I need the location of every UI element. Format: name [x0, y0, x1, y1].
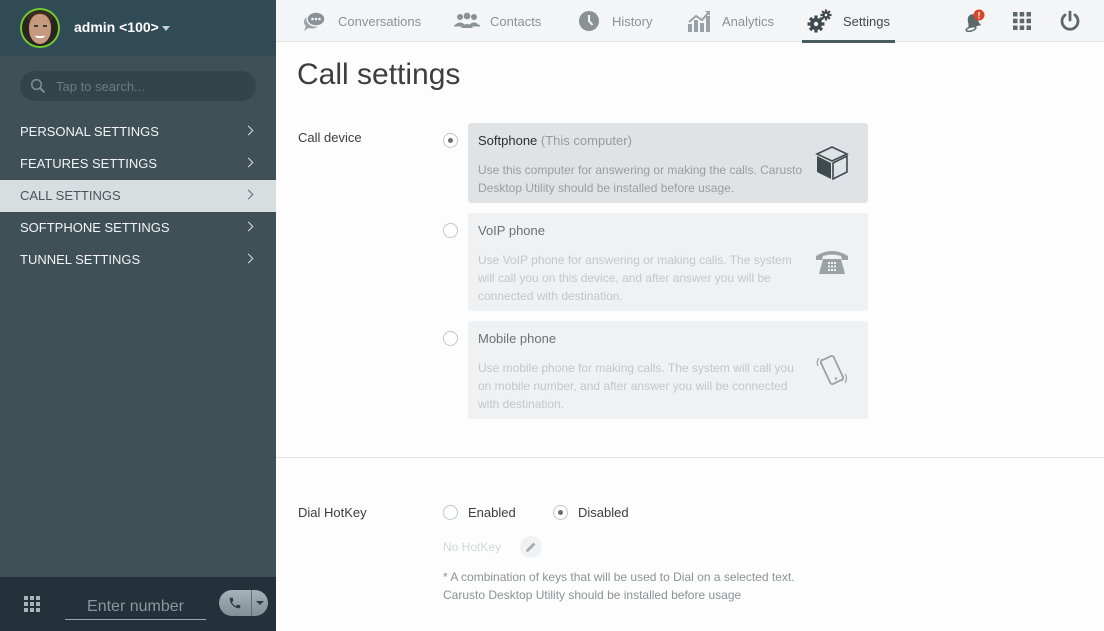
voip-phone-option[interactable]: VoIP phone Use VoIP phone for answering …	[468, 213, 868, 311]
tab-settings[interactable]: Settings	[802, 0, 895, 43]
power-button[interactable]	[1058, 9, 1082, 33]
tab-label: Analytics	[722, 13, 775, 29]
hotkey-value: No HotKey	[443, 540, 502, 554]
chevron-down-icon[interactable]	[162, 26, 170, 31]
sidebar-item-call-settings[interactable]: CALL SETTINGS	[0, 180, 276, 212]
power-icon	[1060, 10, 1080, 31]
call-options-dropdown[interactable]	[251, 590, 268, 616]
chevron-right-icon	[243, 157, 254, 168]
bell-icon: !	[965, 9, 985, 33]
tab-history[interactable]: History	[576, 0, 652, 42]
chevron-right-icon	[243, 125, 254, 136]
gears-icon	[807, 9, 833, 33]
notification-badge: !	[978, 11, 981, 21]
hotkey-note-line2: Carusto Desktop Utility should be instal…	[443, 588, 742, 602]
call-button[interactable]	[219, 590, 251, 616]
call-device-label: Call device	[298, 130, 362, 145]
option-description: Use VoIP phone for answering or making c…	[478, 253, 792, 303]
clock-icon	[576, 9, 602, 33]
sidebar-item-personal-settings[interactable]: PERSONAL SETTINGS	[0, 116, 276, 148]
avatar[interactable]	[20, 8, 60, 48]
pencil-icon	[526, 542, 536, 552]
chevron-right-icon	[243, 253, 254, 264]
hotkey-note-line1: * A combination of keys that will be use…	[443, 570, 795, 584]
chat-bubbles-icon	[302, 9, 328, 33]
sidebar-item-features-settings[interactable]: FEATURES SETTINGS	[0, 148, 276, 180]
tab-label: Settings	[843, 13, 890, 29]
hotkey-disabled-radio[interactable]	[553, 505, 568, 520]
tab-contacts[interactable]: Contacts	[454, 0, 541, 42]
sidebar: admin <100> PERSONAL SETTINGS FEATURES S…	[0, 0, 276, 631]
option-subtitle: (This computer)	[540, 133, 632, 148]
sidebar-item-label: TUNNEL SETTINGS	[20, 252, 141, 267]
sidebar-item-label: FEATURES SETTINGS	[20, 156, 157, 171]
sidebar-item-label: PERSONAL SETTINGS	[20, 124, 159, 139]
apps-grid-icon	[1013, 12, 1031, 30]
number-input[interactable]	[65, 594, 206, 620]
hotkey-disabled-label[interactable]: Disabled	[578, 505, 629, 520]
keypad-icon[interactable]	[23, 595, 41, 613]
analytics-chart-icon	[686, 9, 712, 33]
softphone-option[interactable]: Softphone (This computer) Use this compu…	[468, 123, 868, 203]
tab-conversations[interactable]: Conversations	[302, 0, 421, 42]
cube-icon	[815, 146, 849, 181]
top-navigation: Conversations Contacts History Analytics…	[276, 0, 1104, 43]
sidebar-item-tunnel-settings[interactable]: TUNNEL SETTINGS	[0, 244, 276, 276]
search-box[interactable]	[20, 71, 256, 101]
desk-phone-icon	[816, 251, 848, 274]
sidebar-item-label: SOFTPHONE SETTINGS	[20, 220, 170, 235]
tab-label: Contacts	[490, 13, 542, 29]
settings-menu: PERSONAL SETTINGS FEATURES SETTINGS CALL…	[0, 116, 276, 276]
sidebar-item-softphone-settings[interactable]: SOFTPHONE SETTINGS	[0, 212, 276, 244]
mobile-phone-radio[interactable]	[443, 331, 458, 346]
chevron-right-icon	[243, 221, 254, 232]
phone-icon	[229, 597, 241, 609]
sidebar-item-label: CALL SETTINGS	[20, 188, 121, 203]
notifications-button[interactable]: !	[962, 9, 986, 33]
tab-label: History	[612, 13, 653, 29]
user-name[interactable]: admin <100>	[74, 19, 159, 35]
section-divider	[276, 457, 1104, 458]
option-title: VoIP phone	[478, 223, 545, 238]
edit-hotkey-button[interactable]	[520, 536, 542, 558]
option-title: Softphone	[478, 133, 538, 148]
dialer-bar	[0, 577, 276, 631]
hotkey-enabled-radio[interactable]	[443, 505, 458, 520]
search-icon	[30, 78, 46, 94]
option-description: Use mobile phone for making calls. The s…	[478, 361, 794, 411]
apps-grid-button[interactable]	[1010, 9, 1034, 33]
page-title: Call settings	[297, 58, 461, 91]
tab-analytics[interactable]: Analytics	[686, 0, 774, 42]
mobile-phone-option[interactable]: Mobile phone Use mobile phone for making…	[468, 321, 868, 419]
contacts-group-icon	[454, 9, 480, 33]
option-title: Mobile phone	[478, 331, 557, 346]
voip-phone-radio[interactable]	[443, 223, 458, 238]
mobile-phone-icon	[816, 355, 848, 385]
hotkey-enabled-label[interactable]: Enabled	[468, 505, 516, 520]
tab-label: Conversations	[338, 13, 422, 29]
chevron-right-icon	[243, 189, 254, 200]
dial-hotkey-label: Dial HotKey	[298, 505, 367, 520]
search-input[interactable]	[56, 77, 246, 95]
softphone-radio[interactable]	[443, 133, 458, 148]
option-description: Use this computer for answering or makin…	[478, 163, 803, 195]
user-header: admin <100>	[0, 0, 276, 56]
